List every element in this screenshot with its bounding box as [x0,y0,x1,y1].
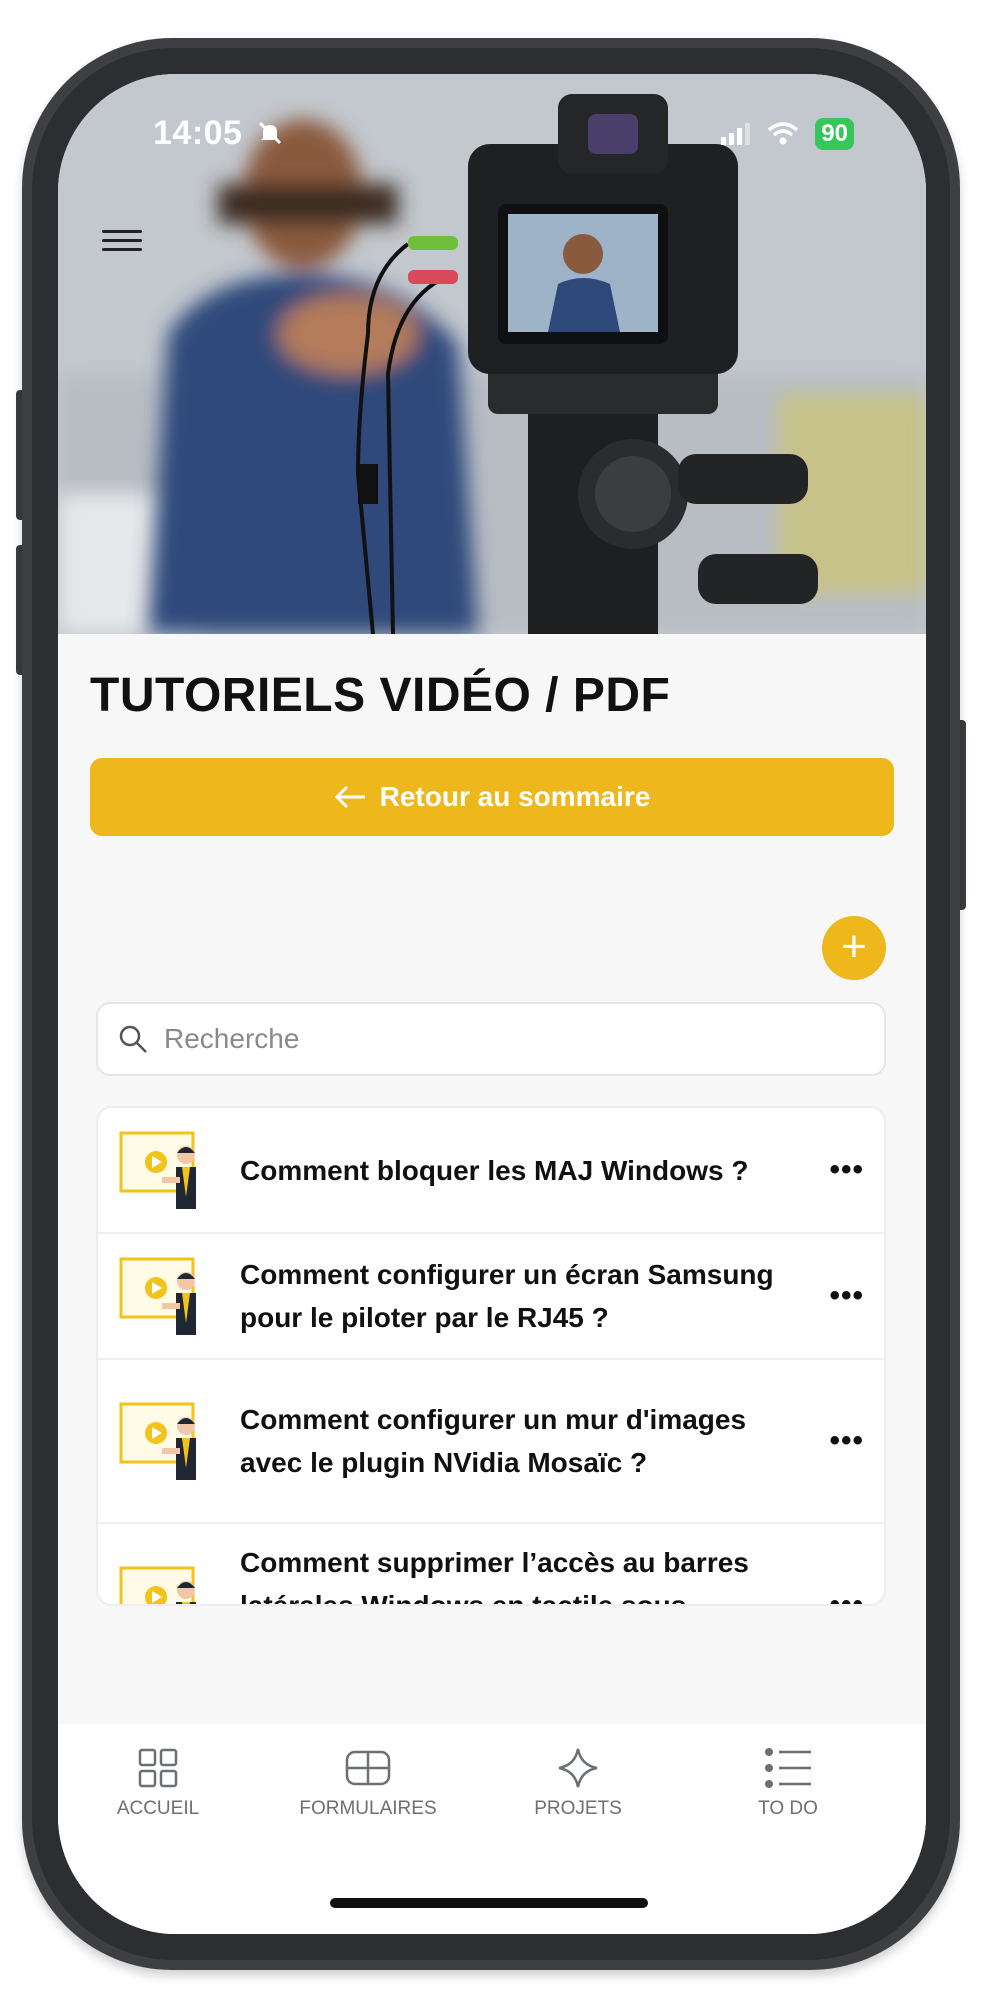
tutorial-title: Comment bloquer les MAJ Windows ? [240,1154,749,1186]
camera-photo [58,74,926,634]
status-indicators: 90 [721,118,854,150]
tab-todo-label: TO DO [758,1798,818,1819]
grid-icon [138,1748,178,1788]
app-screen: 14:05 90 TUTORIELS VIDÉO / PDF Retour au… [58,74,926,1934]
tab-projets[interactable]: PROJETS [478,1746,678,1820]
tutorial-row[interactable]: Comment configurer un mur d'images avec … [98,1360,884,1524]
bell-slash-icon [259,121,282,145]
search-icon [119,1025,147,1053]
page-title: TUTORIELS VIDÉO / PDF [90,669,671,722]
status-time: 14:05 [153,114,284,153]
tutorial-title: Comment configurer un écran Samsung pour… [240,1259,774,1333]
more-options-icon[interactable]: ••• [814,1153,864,1187]
video-thumbnail-icon [118,1562,204,1604]
tutorial-row[interactable]: Comment bloquer les MAJ Windows ? ••• [98,1108,884,1234]
video-thumbnail-icon [118,1253,204,1339]
sparkle-icon [558,1748,598,1788]
tutorial-title: Comment supprimer l’accès au barres laté… [240,1546,749,1606]
search-box [96,1002,886,1076]
tab-accueil[interactable]: ACCUEIL [58,1746,258,1820]
tab-formulaires[interactable]: FORMULAIRES [268,1746,468,1820]
home-indicator[interactable] [330,1898,648,1908]
hero-image: 14:05 90 [58,74,926,634]
battery-level: 90 [821,120,848,147]
cellular-signal-icon [721,123,751,145]
menu-icon[interactable] [102,224,142,254]
back-to-summary-button[interactable]: Retour au sommaire [90,758,894,836]
tutorial-row[interactable]: Comment configurer un écran Samsung pour… [98,1234,884,1360]
tutorial-title: Comment configurer un mur d'images avec … [240,1404,747,1478]
video-thumbnail-icon [118,1127,204,1213]
tutorial-list: Comment bloquer les MAJ Windows ? ••• Comm… [96,1106,886,1606]
wifi-icon [768,122,799,145]
clock-text: 14:05 [153,114,243,152]
more-options-icon[interactable]: ••• [814,1588,864,1604]
search-input[interactable] [162,1022,846,1056]
back-button-label: Retour au sommaire [379,781,651,812]
tutorial-row[interactable]: Comment supprimer l’accès au barres laté… [98,1524,884,1606]
tab-formulaires-label: FORMULAIRES [299,1798,437,1819]
add-tutorial-button[interactable]: + [822,916,886,980]
battery-indicator: 90 [815,118,854,150]
arrow-left-icon [334,785,365,809]
video-thumbnail-icon [118,1398,204,1484]
tab-projets-label: PROJETS [534,1798,622,1819]
tab-accueil-label: ACCUEIL [116,1798,200,1819]
more-options-icon[interactable]: ••• [814,1424,864,1458]
form-icon [345,1750,391,1786]
tab-todo[interactable]: TO DO [688,1746,888,1820]
more-options-icon[interactable]: ••• [814,1279,864,1313]
list-icon [765,1748,811,1788]
